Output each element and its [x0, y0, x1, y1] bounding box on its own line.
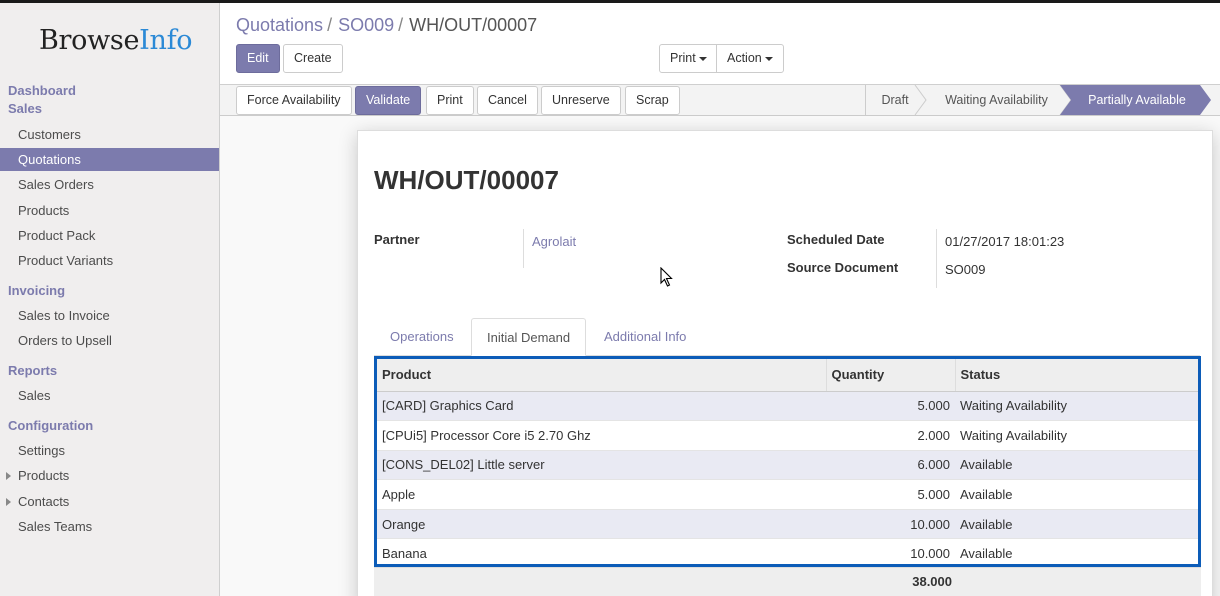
stage-partially-available[interactable]: Partially Available	[1077, 85, 1197, 115]
control-panel: Quotations / SO009/WH/OUT/00007 Edit Creat…	[220, 3, 1220, 85]
sidebar-item-product-variants[interactable]: Product Variants	[0, 249, 219, 272]
quantity-cell: 2.000	[826, 420, 955, 451]
table-row[interactable]: Orange 10.000 Available	[377, 509, 1198, 540]
sidebar-item-products[interactable]: Products	[0, 199, 219, 222]
quantity-total: 38.000	[912, 574, 952, 589]
scheduled-date-value[interactable]: 01/27/2017 18:01:23	[945, 234, 1064, 249]
sidebar-item-product-pack[interactable]: Product Pack	[0, 224, 219, 247]
caret-down-icon	[764, 56, 773, 61]
field-divider	[523, 229, 524, 268]
product-cell: [CONS_DEL02] Little server	[377, 450, 826, 481]
source-document-label: Source Document	[787, 260, 899, 275]
product-cell: [CPUi5] Processor Core i5 2.70 Ghz	[377, 420, 826, 451]
sidebar-section-reports: Reports	[8, 363, 58, 378]
sidebar: BrowseInfo Dashboard Sales Customers Quo…	[0, 3, 220, 596]
tab-additional-info[interactable]: Additional Info	[589, 318, 701, 356]
status-cell: Available	[955, 538, 1198, 570]
sidebar-item-orders-to-upsell[interactable]: Orders to Upsell	[0, 329, 219, 352]
breadcrumb: Quotations / SO009/WH/OUT/00007	[236, 15, 537, 36]
partner-label: Partner	[374, 232, 420, 247]
scheduled-date-label: Scheduled Date	[787, 232, 885, 247]
sidebar-item-config-products[interactable]: Products	[0, 464, 219, 487]
breadcrumb-so009[interactable]: SO009	[338, 15, 394, 35]
form-statusbar: Force Availability Validate Print Cancel…	[220, 85, 1220, 116]
action-dropdown[interactable]: Action	[716, 44, 784, 73]
caret-down-icon	[698, 56, 707, 61]
table-row[interactable]: Apple 5.000 Available	[377, 479, 1198, 510]
logo-text-part2: Info	[139, 25, 193, 56]
caret-right-icon	[6, 498, 11, 506]
breadcrumb-separator: /	[327, 15, 333, 35]
breadcrumb-current: WH/OUT/00007	[409, 15, 538, 35]
logo-text-part1: Browse	[39, 25, 140, 56]
mouse-pointer-icon	[660, 267, 673, 287]
caret-right-icon	[6, 472, 11, 480]
tab-operations[interactable]: Operations	[375, 318, 469, 356]
column-header-status[interactable]: Status	[954, 359, 1198, 392]
sidebar-section-invoicing: Invoicing	[8, 283, 66, 298]
partner-value[interactable]: Agrolait	[532, 234, 576, 249]
product-cell: [CARD] Graphics Card	[377, 391, 826, 422]
validate-button[interactable]: Validate	[355, 86, 422, 115]
sidebar-item-customers[interactable]: Customers	[0, 123, 219, 146]
stage-waiting-availability[interactable]: Waiting Availability	[928, 85, 1065, 115]
column-header-quantity[interactable]: Quantity	[825, 359, 955, 392]
status-cell: Waiting Availability	[955, 420, 1198, 451]
create-button[interactable]: Create	[283, 44, 343, 73]
sidebar-item-sales-orders[interactable]: Sales Orders	[0, 173, 219, 196]
print-dropdown-label: Print	[670, 51, 696, 65]
product-cell: Orange	[377, 509, 826, 540]
print-button[interactable]: Print	[426, 86, 474, 115]
product-cell: Apple	[377, 479, 826, 510]
force-availability-button[interactable]: Force Availability	[236, 86, 352, 115]
table-header-row: Product Quantity Status	[377, 359, 1198, 392]
stage-draft[interactable]: Draft	[870, 85, 920, 115]
browseinfo-logo[interactable]: BrowseInfo	[39, 25, 193, 56]
status-cell: Waiting Availability	[955, 391, 1198, 422]
sidebar-item-settings[interactable]: Settings	[0, 439, 219, 462]
table-row[interactable]: [CONS_DEL02] Little server 6.000 Availab…	[377, 450, 1198, 481]
document-title: WH/OUT/00007	[374, 165, 559, 195]
field-divider	[936, 229, 937, 288]
source-document-value[interactable]: SO009	[945, 262, 985, 277]
status-cell: Available	[955, 450, 1198, 481]
initial-demand-table: Product Quantity Status [CARD] Graphics …	[377, 359, 1198, 570]
status-cell: Available	[955, 479, 1198, 510]
status-cell: Available	[955, 509, 1198, 540]
table-row[interactable]: Banana 10.000 Available	[377, 538, 1198, 570]
table-row[interactable]: [CARD] Graphics Card 5.000 Waiting Avail…	[377, 391, 1198, 422]
quantity-cell: 10.000	[826, 509, 955, 540]
sidebar-item-label: Contacts	[18, 494, 70, 509]
sidebar-item-reports-sales[interactable]: Sales	[0, 384, 219, 407]
sidebar-item-quotations[interactable]: Quotations	[0, 148, 219, 171]
table-row[interactable]: [CPUi5] Processor Core i5 2.70 Ghz 2.000…	[377, 420, 1198, 451]
breadcrumb-quotations[interactable]: Quotations	[236, 15, 323, 35]
quantity-cell: 10.000	[826, 538, 955, 570]
sidebar-item-sales-to-invoice[interactable]: Sales to Invoice	[0, 304, 219, 327]
quantity-cell: 5.000	[826, 391, 955, 422]
product-cell: Banana	[377, 538, 826, 570]
print-dropdown[interactable]: Print	[659, 44, 718, 73]
tab-initial-demand[interactable]: Initial Demand	[471, 318, 587, 356]
edit-button[interactable]: Edit	[236, 44, 280, 73]
sidebar-item-sales-teams[interactable]: Sales Teams	[0, 515, 219, 538]
sidebar-section-configuration: Configuration	[8, 418, 94, 433]
initial-demand-table-highlight: Product Quantity Status [CARD] Graphics …	[374, 356, 1201, 570]
sidebar-item-contacts[interactable]: Contacts	[0, 490, 219, 513]
column-header-product[interactable]: Product	[377, 359, 826, 392]
quantity-cell: 5.000	[826, 479, 955, 510]
breadcrumb-separator: /	[398, 15, 404, 35]
scrap-button[interactable]: Scrap	[625, 86, 680, 115]
action-dropdown-label: Action	[727, 51, 762, 65]
table-footer: 38.000	[374, 567, 1201, 596]
unreserve-button[interactable]: Unreserve	[541, 86, 621, 115]
cancel-button[interactable]: Cancel	[477, 86, 538, 115]
sidebar-item-label: Products	[18, 468, 70, 483]
sidebar-section-dashboard[interactable]: Dashboard	[8, 83, 76, 98]
quantity-cell: 6.000	[826, 450, 955, 481]
sidebar-section-sales: Sales	[8, 101, 42, 116]
